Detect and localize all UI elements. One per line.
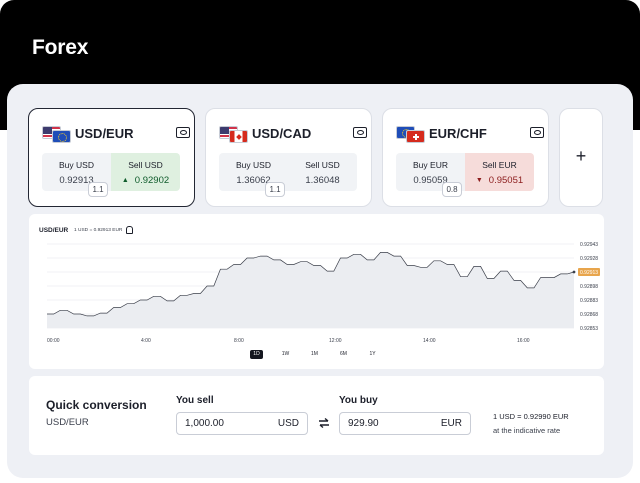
add-pair-button[interactable]: + (559, 108, 603, 207)
sell-label: Sell EUR (482, 160, 517, 170)
pair-label: USD/EUR (75, 126, 134, 141)
bank-note-icon[interactable] (530, 127, 544, 138)
arrow-down-icon: ▼ (475, 177, 483, 184)
y-tick-label: 0.92943 (580, 242, 598, 248)
sell-price: 0.95051 (488, 175, 524, 186)
buy-field-label: You buy (339, 395, 378, 406)
currency-card-usd-eur[interactable]: USD/EUR Buy USD 0.92913 Sell USD ▲ 0.9290… (28, 108, 195, 207)
spread-badge: 1.1 (88, 182, 108, 197)
sell-label: Sell USD (305, 160, 340, 170)
swap-arrows-icon[interactable] (317, 417, 331, 429)
sell-currency: USD (277, 418, 299, 429)
flag-pair (42, 126, 72, 143)
rate-chart: 0.92943 0.92928 0.92913 0.92898 0.92883 0.928… (47, 242, 600, 344)
buy-amount-input[interactable]: 929.90 EUR (339, 412, 471, 435)
range-tab-1d[interactable]: 1D (250, 350, 263, 359)
eu-flag-icon (52, 130, 71, 143)
pair-label: EUR/CHF (429, 126, 487, 141)
sell-button[interactable]: Sell USD ▲ 0.92902 (111, 153, 180, 191)
x-tick-label: 4:00 (141, 338, 151, 344)
y-tick-label: 0.92883 (580, 298, 598, 304)
x-tick-label: 12:00 (329, 338, 342, 344)
buy-amount: 929.90 (348, 418, 379, 429)
sell-label: Sell USD (128, 160, 163, 170)
sell-price-row: ▼ 0.95051 (465, 175, 534, 186)
sell-amount-input[interactable]: 1,000.00 USD (176, 412, 308, 435)
spread-badge: 1.1 (265, 182, 285, 197)
quick-conversion-card: Quick conversion USD/EUR You sell 1,000.… (29, 376, 604, 455)
buy-label: Buy USD (59, 160, 94, 170)
flag-pair (219, 126, 249, 143)
currency-card-usd-cad[interactable]: USD/CAD Buy USD 1.36062 Sell USD 1.36048… (205, 108, 372, 207)
sell-price: 1.36048 (305, 175, 340, 186)
bell-icon[interactable] (125, 226, 133, 234)
current-price-label: 0.92913 (580, 270, 598, 276)
sell-field-label: You sell (176, 395, 214, 406)
buy-label: Buy USD (236, 160, 271, 170)
y-tick-label: 0.92898 (580, 284, 598, 290)
buy-currency: EUR (440, 418, 462, 429)
price-group: Buy EUR 0.95059 Sell EUR ▼ 0.95051 (396, 153, 534, 191)
x-tick-label: 00:00 (47, 338, 60, 344)
app-title: Forex (32, 36, 89, 59)
x-tick-label: 14:00 (423, 338, 436, 344)
y-tick-label: 0.92853 (580, 326, 598, 332)
range-tab-1m[interactable]: 1M (308, 350, 321, 359)
canada-flag-icon (229, 130, 248, 143)
conversion-rate: 1 USD = 0.92990 EUR (493, 412, 569, 421)
swiss-flag-icon (406, 130, 425, 143)
sell-price-row: ▲ 0.92902 (111, 175, 180, 186)
sell-button[interactable]: Sell EUR ▼ 0.95051 (465, 153, 534, 191)
x-tick-label: 8:00 (234, 338, 244, 344)
price-group: Buy USD 1.36062 Sell USD 1.36048 (219, 153, 357, 191)
conversion-pair: USD/EUR (46, 417, 89, 428)
price-group: Buy USD 0.92913 Sell USD ▲ 0.92902 (42, 153, 180, 191)
card-header: USD/CAD (219, 125, 367, 143)
current-point (572, 270, 576, 274)
range-tab-1y[interactable]: 1Y (366, 350, 379, 359)
plus-icon: + (575, 146, 587, 166)
rate-chart-card: 0.92943 0.92928 0.92913 0.92898 0.92883 0.928… (29, 214, 604, 369)
card-header: USD/EUR (42, 125, 190, 143)
chart-rate-note: 1 USD = 0.92913 EUR (74, 228, 123, 233)
range-tab-6m[interactable]: 6M (337, 350, 350, 359)
conversion-title: Quick conversion (46, 398, 147, 412)
sell-amount: 1,000.00 (185, 418, 224, 429)
x-tick-label: 16:00 (517, 338, 530, 344)
y-tick-label: 0.92868 (580, 312, 598, 318)
spread-badge: 0.8 (442, 182, 462, 197)
sell-button[interactable]: Sell USD 1.36048 (288, 153, 357, 191)
bank-note-icon[interactable] (176, 127, 190, 138)
bank-note-icon[interactable] (353, 127, 367, 138)
currency-card-eur-chf[interactable]: EUR/CHF Buy EUR 0.95059 Sell EUR ▼ 0.9505… (382, 108, 549, 207)
conversion-rate-note: at the indicative rate (493, 426, 561, 435)
flag-pair (396, 126, 426, 143)
chart-pair-label: USD/EUR (39, 227, 69, 234)
y-tick-label: 0.92928 (580, 256, 598, 262)
arrow-up-icon: ▲ (121, 177, 129, 184)
range-tab-1w[interactable]: 1W (279, 350, 292, 359)
sell-price: 0.92902 (134, 175, 170, 186)
buy-label: Buy EUR (413, 160, 448, 170)
main-panel: USD/EUR Buy USD 0.92913 Sell USD ▲ 0.9290… (7, 84, 633, 478)
card-header: EUR/CHF (396, 125, 544, 143)
pair-label: USD/CAD (252, 126, 312, 141)
